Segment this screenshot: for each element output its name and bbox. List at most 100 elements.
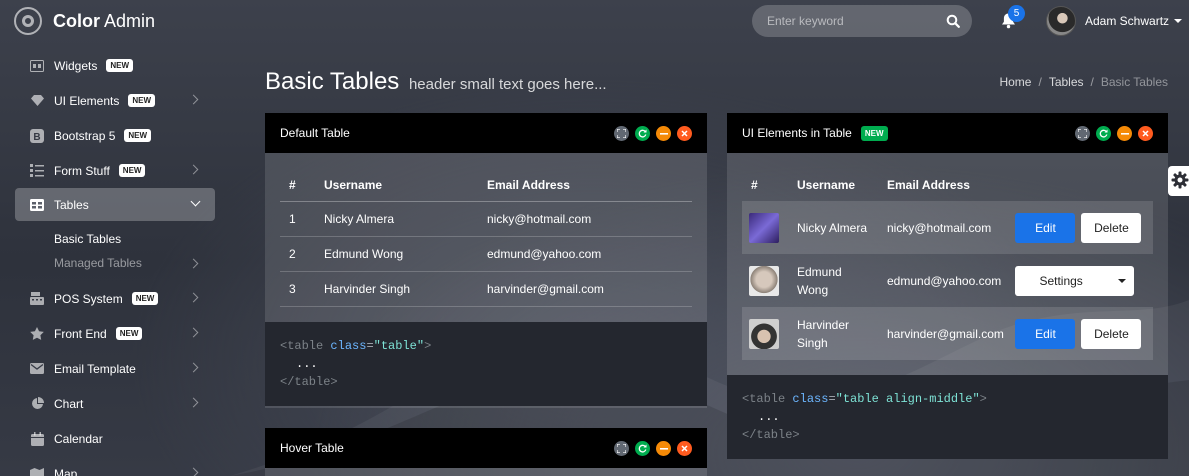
expand-icon[interactable] bbox=[614, 126, 629, 141]
collapse-icon[interactable] bbox=[656, 126, 671, 141]
cell-email: harvinder@gmail.com bbox=[878, 307, 1016, 360]
cell-email: nicky@hotmail.com bbox=[478, 201, 692, 237]
sidebar-subitem-basic-tables[interactable]: Basic Tables bbox=[0, 227, 230, 251]
edit-button[interactable]: Edit bbox=[1015, 318, 1076, 349]
sidebar-item-bootstrap[interactable]: B Bootstrap 5 NEW bbox=[0, 118, 230, 153]
calendar-icon bbox=[30, 431, 44, 446]
settings-dropdown[interactable]: Settings bbox=[1015, 265, 1135, 296]
sidebar-item-label: Tables bbox=[54, 197, 89, 212]
sidebar-item-pos-system[interactable]: POS System NEW bbox=[0, 281, 230, 316]
column-header: # bbox=[751, 178, 758, 192]
column-header: Username bbox=[315, 169, 478, 202]
new-badge: NEW bbox=[115, 327, 143, 340]
widgets-icon bbox=[30, 59, 44, 73]
avatar bbox=[1046, 6, 1076, 36]
sidebar-item-ui-elements[interactable]: UI Elements NEW bbox=[0, 83, 230, 118]
new-badge: NEW bbox=[131, 292, 159, 305]
panel-buttons bbox=[614, 441, 692, 456]
notification-badge: 5 bbox=[1008, 5, 1025, 22]
chevron-right-icon bbox=[188, 397, 199, 408]
new-badge: NEW bbox=[118, 164, 146, 177]
brand[interactable]: Color Admin bbox=[14, 7, 155, 35]
default-table: # Username Email Address 1 Nicky Almera ni… bbox=[280, 169, 692, 307]
envelope-icon bbox=[30, 362, 44, 376]
expand-icon[interactable] bbox=[614, 441, 629, 456]
edit-button[interactable]: Edit bbox=[1015, 212, 1076, 243]
sidebar-item-tables[interactable]: Tables bbox=[15, 188, 215, 221]
cell-username: Nicky Almera bbox=[315, 201, 478, 237]
table-row: 2 Edmund Wong edmund@yahoo.com bbox=[280, 236, 692, 272]
sidebar-item-map[interactable]: Map bbox=[0, 456, 230, 476]
reload-icon[interactable] bbox=[635, 441, 650, 456]
panel-title: Hover Table bbox=[280, 441, 344, 455]
collapse-icon[interactable] bbox=[656, 441, 671, 456]
cell-username: Nicky Almera bbox=[788, 201, 878, 254]
sidebar-item-front-end[interactable]: Front End NEW bbox=[0, 316, 230, 351]
reload-icon[interactable] bbox=[635, 126, 650, 141]
sidebar-item-form-stuff[interactable]: Form Stuff NEW bbox=[0, 153, 230, 188]
user-name: Adam Schwartz bbox=[1085, 14, 1170, 28]
close-icon[interactable] bbox=[1138, 126, 1153, 141]
new-badge: NEW bbox=[128, 94, 156, 107]
new-badge: NEW bbox=[124, 129, 152, 142]
chevron-right-icon bbox=[188, 94, 199, 105]
cell-email: edmund@yahoo.com bbox=[478, 236, 692, 272]
cell-username: Harvinder Singh bbox=[788, 307, 878, 360]
ui-elements-table-panel: UI Elements in Table NEW # Username Emai… bbox=[727, 113, 1168, 459]
pie-chart-icon bbox=[30, 397, 44, 411]
delete-button[interactable]: Delete bbox=[1081, 212, 1142, 243]
sidebar-item-calendar[interactable]: Calendar bbox=[0, 421, 230, 456]
table-row: Harvinder Singh harvinder@gmail.com Edit D… bbox=[742, 307, 1153, 360]
panel-body: # Username Email Address 1 Nicky Almera ni… bbox=[265, 153, 707, 322]
chevron-right-icon bbox=[188, 327, 199, 338]
search-input[interactable] bbox=[767, 14, 937, 28]
star-icon bbox=[30, 327, 44, 341]
close-icon[interactable] bbox=[677, 441, 692, 456]
sidebar-item-label: POS System bbox=[54, 291, 123, 306]
user-photo bbox=[749, 318, 779, 349]
theme-settings-toggle[interactable] bbox=[1168, 166, 1189, 196]
cell-email: edmund@yahoo.com bbox=[887, 273, 1002, 288]
search-icon[interactable] bbox=[946, 14, 960, 31]
panel-buttons bbox=[614, 126, 692, 141]
top-header: Color Admin 5 Adam Schwartz bbox=[0, 0, 1189, 42]
sidebar-item-label: Calendar bbox=[54, 431, 103, 446]
brand-logo-icon bbox=[14, 7, 42, 35]
user-menu[interactable]: Adam Schwartz bbox=[1046, 6, 1183, 36]
sidebar-item-chart[interactable]: Chart bbox=[0, 386, 230, 421]
default-table-panel: Default Table # Username Email Address 1… bbox=[265, 113, 707, 408]
sidebar-subitem-label: Basic Tables bbox=[54, 232, 122, 246]
sidebar-subitem-managed-tables[interactable]: Managed Tables bbox=[0, 251, 230, 275]
close-icon[interactable] bbox=[677, 126, 692, 141]
chevron-right-icon bbox=[188, 164, 199, 175]
page-subtitle: header small text goes here... bbox=[408, 76, 607, 93]
breadcrumb-tables[interactable]: Tables bbox=[1049, 75, 1084, 89]
chevron-right-icon bbox=[188, 258, 199, 269]
breadcrumb-home[interactable]: Home bbox=[999, 75, 1031, 89]
svg-text:B: B bbox=[33, 132, 40, 143]
breadcrumb-current: Basic Tables bbox=[1100, 75, 1168, 89]
code-snippet: <table class="table align-middle"> ... <… bbox=[727, 375, 1168, 459]
cell-username: Harvinder Singh bbox=[315, 271, 478, 307]
register-icon bbox=[30, 292, 44, 306]
reload-icon[interactable] bbox=[1096, 126, 1111, 141]
new-badge: NEW bbox=[106, 59, 134, 72]
sidebar-item-label: Bootstrap 5 bbox=[54, 128, 116, 143]
gear-icon bbox=[1171, 171, 1189, 192]
code-snippet: <table class="table"> ... </table> bbox=[265, 321, 707, 406]
cell-index: 1 bbox=[280, 201, 315, 237]
delete-button[interactable]: Delete bbox=[1081, 318, 1142, 349]
panel-title: UI Elements in Table bbox=[742, 126, 852, 140]
sidebar-item-widgets[interactable]: Widgets NEW bbox=[0, 48, 230, 83]
sidebar-item-label: Chart bbox=[54, 396, 84, 411]
search-box bbox=[752, 5, 972, 37]
chevron-right-icon bbox=[188, 467, 199, 476]
expand-icon[interactable] bbox=[1075, 126, 1090, 141]
panel-buttons bbox=[1075, 126, 1153, 141]
table-row: 1 Nicky Almera nicky@hotmail.com bbox=[280, 201, 692, 237]
collapse-icon[interactable] bbox=[1117, 126, 1132, 141]
sidebar-item-email-template[interactable]: Email Template bbox=[0, 351, 230, 386]
caret-down-icon bbox=[1174, 19, 1183, 23]
column-header: Email Address bbox=[887, 178, 970, 192]
panel-heading: Hover Table bbox=[265, 428, 707, 468]
